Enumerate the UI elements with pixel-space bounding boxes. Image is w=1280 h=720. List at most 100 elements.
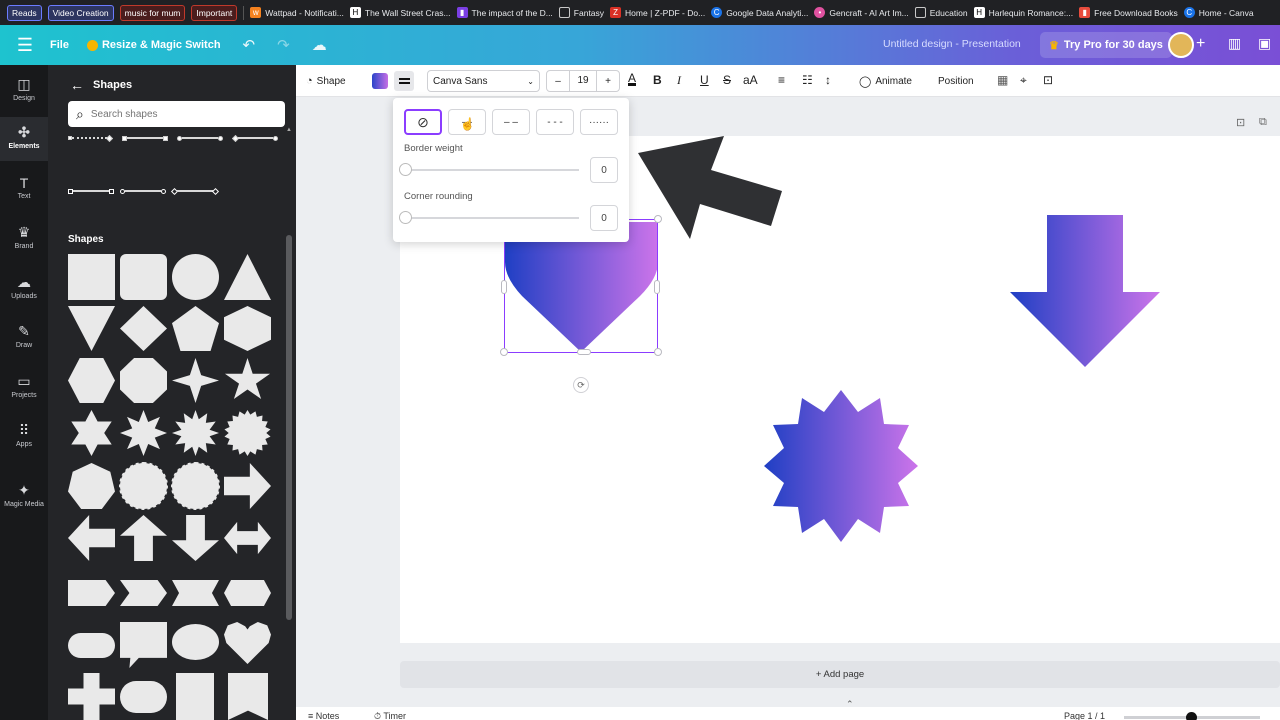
corner-rounding-slider[interactable] bbox=[399, 211, 579, 224]
plus-icon[interactable]: + bbox=[1196, 35, 1205, 53]
slider-knob[interactable] bbox=[399, 211, 412, 224]
shape-down-arrow[interactable] bbox=[172, 515, 219, 561]
back-arrow-icon[interactable]: ← bbox=[70, 77, 84, 93]
line-sample[interactable] bbox=[73, 190, 109, 192]
shape-right-arrow[interactable] bbox=[224, 463, 271, 509]
bookmark-tag-music[interactable]: music for mum bbox=[119, 4, 186, 21]
line-sample[interactable] bbox=[109, 188, 114, 194]
shape-circle[interactable] bbox=[172, 254, 219, 300]
shape-6-point-star[interactable] bbox=[71, 410, 112, 456]
search-box[interactable]: ⌕ bbox=[68, 101, 285, 127]
resize-handle[interactable] bbox=[500, 348, 508, 356]
panel-scrollbar[interactable] bbox=[286, 235, 292, 620]
font-size-value[interactable]: 19 bbox=[569, 71, 597, 91]
resize-handle[interactable] bbox=[501, 280, 507, 294]
line-sample[interactable] bbox=[273, 135, 278, 141]
shape-cloud[interactable] bbox=[120, 681, 167, 713]
line-sample[interactable] bbox=[125, 190, 161, 192]
shape-hexagon-banner[interactable] bbox=[224, 580, 271, 606]
rotate-icon[interactable]: ⟳ bbox=[573, 377, 589, 393]
file-menu-button[interactable]: File bbox=[50, 39, 69, 51]
shape-hexagon[interactable] bbox=[224, 306, 271, 351]
line-sample[interactable] bbox=[217, 135, 223, 141]
lock-page-icon[interactable]: ⊡ bbox=[1236, 116, 1245, 129]
animate-button[interactable]: ◯ Animate bbox=[859, 65, 912, 97]
shape-banner-flag[interactable] bbox=[228, 673, 268, 720]
decrease-icon[interactable]: – bbox=[547, 76, 569, 87]
slider-knob[interactable] bbox=[399, 163, 412, 176]
shape-octagon[interactable] bbox=[120, 358, 167, 403]
shape-double-arrow[interactable] bbox=[224, 521, 271, 555]
shape-burst-star[interactable] bbox=[172, 410, 219, 456]
border-dashed-button[interactable]: – – bbox=[492, 109, 530, 135]
shape-heptagon[interactable] bbox=[68, 463, 115, 509]
shape-pill[interactable] bbox=[68, 633, 115, 658]
present-icon[interactable]: ▣ bbox=[1258, 35, 1271, 52]
border-short-dash-button[interactable]: - - - bbox=[536, 109, 574, 135]
spacing-icon[interactable]: ↕ bbox=[825, 73, 831, 87]
rail-item-uploads[interactable]: ☁ Uploads bbox=[0, 274, 48, 300]
border-none-button[interactable]: ⊘ bbox=[404, 109, 442, 135]
shape-heart[interactable] bbox=[224, 622, 271, 664]
shape-speech-bubble-round[interactable] bbox=[172, 624, 219, 660]
bookmark-item[interactable]: • Gencraft - AI Art Im... bbox=[814, 7, 909, 18]
resize-handle[interactable] bbox=[577, 349, 591, 355]
hamburger-menu-icon[interactable]: ☰ bbox=[0, 35, 50, 56]
lock-icon[interactable]: ⊡ bbox=[1043, 73, 1053, 87]
rail-item-text[interactable]: T Text bbox=[0, 175, 48, 200]
redo-icon[interactable]: ↷ bbox=[277, 36, 290, 54]
font-family-select[interactable]: Canva Sans ⌄ bbox=[427, 70, 540, 92]
shape-pentagon-arrow[interactable] bbox=[68, 580, 115, 606]
shape-bookmark[interactable] bbox=[176, 673, 214, 720]
bookmark-item[interactable]: H The Wall Street Cras... bbox=[349, 7, 451, 18]
letter-case-icon[interactable]: aA bbox=[743, 73, 758, 87]
shape-chevron[interactable] bbox=[120, 580, 167, 606]
line-sample[interactable] bbox=[182, 137, 218, 139]
bookmark-item[interactable]: w Wattpad - Notificati... bbox=[250, 7, 344, 18]
try-pro-button[interactable]: ♛ Try Pro for 30 days bbox=[1040, 32, 1172, 58]
rail-item-apps[interactable]: ⠿ Apps bbox=[0, 422, 48, 448]
line-sample[interactable] bbox=[106, 134, 114, 142]
shape-diamond[interactable] bbox=[120, 306, 167, 351]
bookmark-item[interactable]: Fantasy bbox=[558, 7, 604, 18]
shape-5-point-star[interactable] bbox=[224, 358, 271, 399]
shape-left-arrow[interactable] bbox=[68, 515, 115, 561]
border-style-button[interactable] bbox=[394, 65, 414, 97]
bookmark-item[interactable]: ▮ Free Download Books bbox=[1079, 7, 1178, 18]
bookmark-item[interactable]: H Harlequin Romance:... bbox=[973, 7, 1073, 18]
shape-triangle[interactable] bbox=[224, 254, 271, 300]
shape-pentagon[interactable] bbox=[172, 306, 219, 351]
text-color-icon[interactable]: A bbox=[628, 72, 637, 86]
bold-icon[interactable]: B bbox=[653, 73, 662, 87]
border-weight-input[interactable]: 0 bbox=[590, 157, 618, 183]
increase-icon[interactable]: + bbox=[597, 76, 619, 87]
rail-item-magic-media[interactable]: ✦ Magic Media bbox=[0, 482, 48, 508]
bookmark-item[interactable]: ▮ The impact of the D... bbox=[456, 7, 553, 18]
bookmark-item[interactable]: C Home - Canva bbox=[1183, 7, 1254, 18]
italic-icon[interactable]: I bbox=[677, 73, 681, 88]
line-sample[interactable] bbox=[211, 187, 220, 195]
rail-item-draw[interactable]: ✎ Draw bbox=[0, 323, 48, 349]
search-input[interactable] bbox=[90, 108, 261, 120]
shape-inverted-triangle[interactable] bbox=[68, 306, 115, 351]
insights-chart-icon[interactable]: ▥ bbox=[1228, 35, 1241, 52]
shape-rounded-square[interactable] bbox=[120, 254, 167, 300]
page-indicator[interactable]: Page 1 / 1 bbox=[1064, 711, 1105, 720]
rail-item-design[interactable]: ◫ Design bbox=[0, 76, 48, 102]
line-sample[interactable] bbox=[162, 135, 168, 141]
line-sample[interactable] bbox=[161, 188, 166, 194]
resize-button[interactable]: Resize & Magic Switch bbox=[86, 39, 221, 51]
undo-icon[interactable]: ↶ bbox=[243, 36, 256, 54]
shape-scalloped-circle[interactable] bbox=[119, 462, 168, 510]
line-sample[interactable] bbox=[177, 190, 213, 192]
bookmark-item[interactable]: C Google Data Analyti... bbox=[711, 7, 808, 18]
shape-8-point-star[interactable] bbox=[120, 410, 167, 456]
cloud-save-icon[interactable]: ☁ bbox=[312, 36, 327, 54]
line-sample[interactable] bbox=[127, 137, 163, 139]
shape-square[interactable] bbox=[68, 254, 115, 300]
border-weight-slider[interactable] bbox=[399, 163, 579, 176]
underline-icon[interactable]: U bbox=[700, 73, 709, 87]
line-sample[interactable] bbox=[71, 137, 108, 139]
shape-speech-bubble-rect[interactable] bbox=[120, 622, 167, 668]
line-sample[interactable] bbox=[237, 137, 274, 139]
